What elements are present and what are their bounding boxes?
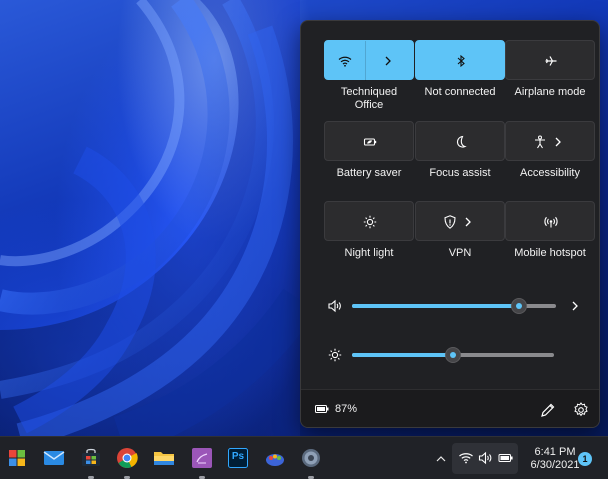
folder-icon xyxy=(154,452,174,465)
volume-slider-row xyxy=(301,294,599,318)
chrome-app[interactable] xyxy=(114,445,140,471)
quick-settings-tiles: Techniqued Office Not connected Airplane… xyxy=(301,21,599,291)
battery-saver-icon xyxy=(363,138,377,146)
tile-cell-airplane: Airplane mode xyxy=(505,40,595,110)
wifi-icon xyxy=(459,453,473,464)
taskbar-clock[interactable]: 6:41 PM 6/30/2021 xyxy=(525,446,585,472)
shield-icon xyxy=(444,215,456,229)
gear-icon xyxy=(302,449,320,467)
mail-icon xyxy=(43,451,65,465)
tile-divider xyxy=(365,41,366,81)
wifi-toggle[interactable] xyxy=(324,40,414,81)
mobile-hotspot-toggle[interactable] xyxy=(505,201,595,241)
windows-logo-icon xyxy=(9,450,25,466)
paint-app[interactable] xyxy=(262,445,288,471)
bluetooth-icon xyxy=(457,54,465,68)
sun-icon xyxy=(363,215,377,229)
edit-pencil-icon[interactable] xyxy=(539,401,557,419)
tile-cell-vpn: VPN xyxy=(415,201,505,271)
speaker-icon xyxy=(478,451,492,465)
battery-saver-toggle[interactable] xyxy=(324,121,414,161)
gear-icon[interactable] xyxy=(572,401,590,419)
photoshop-app[interactable]: Ps xyxy=(225,445,251,471)
brightness-icon xyxy=(328,348,342,362)
battery-icon xyxy=(315,405,329,413)
battery-percent: 87% xyxy=(335,403,358,415)
photoshop-label: Ps xyxy=(231,451,245,462)
chrome-icon xyxy=(117,448,138,468)
bluetooth-toggle[interactable] xyxy=(415,40,505,80)
paint-icon xyxy=(266,454,284,466)
tile-cell-battery-saver: Battery saver xyxy=(324,121,414,191)
taskbar: Ps 6:41 PM 6/30/2021 1 xyxy=(0,436,608,479)
accessibility-label: Accessibility xyxy=(520,167,580,179)
notebook-icon xyxy=(192,448,212,468)
mail-app[interactable] xyxy=(41,445,67,471)
settings-app[interactable] xyxy=(298,445,324,471)
tile-cell-accessibility: Accessibility xyxy=(505,121,595,191)
tile-cell-wifi: Techniqued Office xyxy=(324,40,414,111)
tile-cell-focus-assist: Focus assist xyxy=(415,121,505,191)
chevron-right-icon[interactable] xyxy=(550,134,566,150)
wifi-icon xyxy=(338,56,352,67)
store-icon xyxy=(82,448,100,466)
mobile-hotspot-label: Mobile hotspot xyxy=(514,247,586,259)
battery-icon xyxy=(498,454,513,462)
airplane-label: Airplane mode xyxy=(514,86,586,98)
brightness-slider-row xyxy=(301,343,599,367)
notification-badge[interactable]: 1 xyxy=(578,452,592,466)
file-explorer-app[interactable] xyxy=(151,445,177,471)
battery-status[interactable]: 87% xyxy=(315,403,357,415)
tile-cell-mobile-hotspot: Mobile hotspot xyxy=(505,201,595,271)
volume-thumb[interactable] xyxy=(511,298,527,314)
clock-date: 6/30/2021 xyxy=(530,459,580,471)
volume-fill xyxy=(352,304,519,308)
brightness-fill xyxy=(352,353,453,357)
chevron-up-icon[interactable] xyxy=(434,452,448,466)
store-app[interactable] xyxy=(78,445,104,471)
start-button[interactable] xyxy=(4,445,30,471)
tile-cell-night-light: Night light xyxy=(324,201,414,271)
moon-icon xyxy=(456,135,467,148)
focus-assist-toggle[interactable] xyxy=(415,121,505,161)
accessibility-icon xyxy=(535,135,545,149)
clock-time: 6:41 PM xyxy=(534,446,576,458)
quick-settings-flyout: Techniqued Office Not connected Airplane… xyxy=(300,20,600,428)
tray-status-group[interactable] xyxy=(452,443,518,474)
chevron-right-icon[interactable] xyxy=(567,298,583,314)
chevron-right-icon[interactable] xyxy=(460,214,476,230)
hotspot-icon xyxy=(544,216,558,228)
speaker-icon[interactable] xyxy=(327,298,343,314)
brightness-thumb[interactable] xyxy=(445,347,461,363)
night-light-toggle[interactable] xyxy=(324,201,414,241)
accessibility-toggle[interactable] xyxy=(505,121,595,161)
onenote-app[interactable] xyxy=(189,445,215,471)
quick-settings-footer: 87% xyxy=(301,389,599,427)
airplane-mode-toggle[interactable] xyxy=(505,40,595,80)
tile-cell-bluetooth: Not connected xyxy=(415,40,505,110)
chevron-right-icon[interactable] xyxy=(380,53,396,69)
vpn-toggle[interactable] xyxy=(415,201,505,241)
airplane-icon xyxy=(545,56,557,66)
